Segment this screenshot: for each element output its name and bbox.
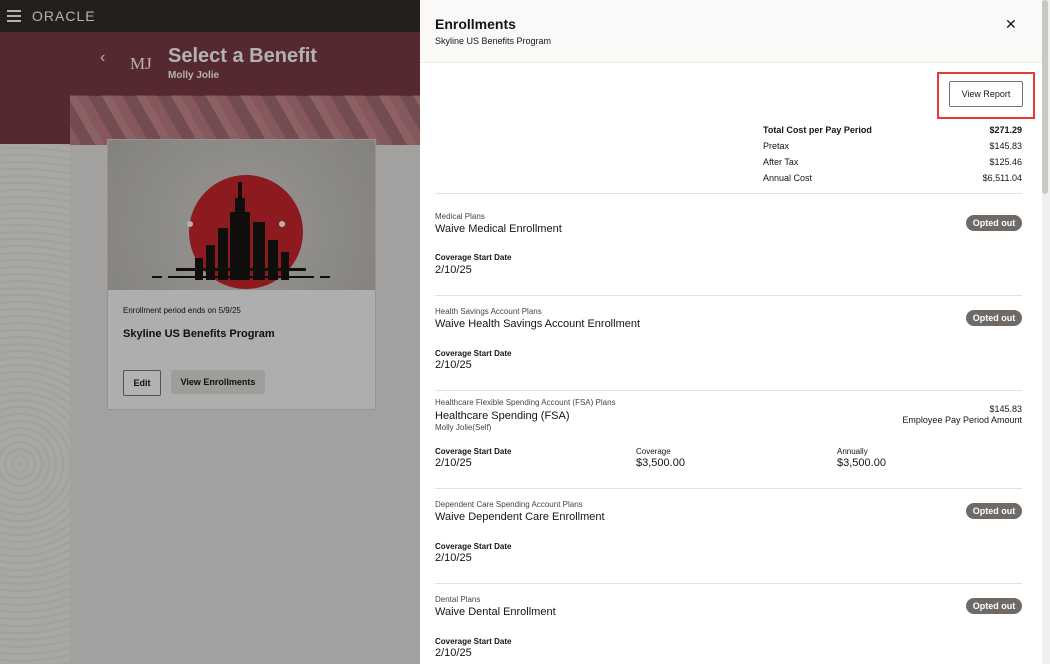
coverage-start-value: 2/10/25 (435, 457, 472, 469)
coverage-start-label: Coverage Start Date (435, 253, 512, 262)
cost-pretax-row: Pretax $145.83 (763, 141, 1022, 151)
coverage-start-value: 2/10/25 (435, 552, 472, 564)
drawer-header: Enrollments Skyline US Benefits Program … (420, 0, 1042, 63)
coverage-start-value: 2/10/25 (435, 647, 472, 659)
plan-name: Waive Health Savings Account Enrollment (435, 318, 641, 330)
scrollbar-thumb[interactable] (1042, 0, 1048, 194)
divider (435, 390, 1022, 391)
cost-value: $6,511.04 (982, 173, 1022, 183)
coverage-start-label: Coverage Start Date (435, 349, 512, 358)
divider (435, 295, 1022, 296)
divider (435, 193, 1022, 194)
cost-aftertax-row: After Tax $125.46 (763, 157, 1022, 167)
plan-category: Dependent Care Spending Account Plans (435, 500, 583, 509)
status-badge: Opted out (966, 598, 1022, 614)
plan-name: Waive Dependent Care Enrollment (435, 511, 605, 523)
plan-participant: Molly Jolie(Self) (435, 423, 492, 432)
coverage-start-value: 2/10/25 (435, 264, 472, 276)
plan-category: Health Savings Account Plans (435, 307, 542, 316)
plan-category: Dental Plans (435, 595, 481, 604)
cost-label: Pretax (763, 141, 790, 151)
pay-period-amount-label: Employee Pay Period Amount (902, 415, 1022, 425)
status-badge: Opted out (966, 215, 1022, 231)
coverage-start-label: Coverage Start Date (435, 637, 512, 646)
cost-total-row: Total Cost per Pay Period $271.29 (763, 125, 1022, 135)
plan-category: Healthcare Flexible Spending Account (FS… (435, 398, 616, 407)
plan-name: Waive Dental Enrollment (435, 606, 556, 618)
status-badge: Opted out (966, 310, 1022, 326)
cost-label: After Tax (763, 157, 799, 167)
coverage-start-label: Coverage Start Date (435, 542, 512, 551)
drawer-subtitle: Skyline US Benefits Program (435, 36, 552, 46)
drawer-title: Enrollments (435, 16, 516, 32)
close-icon[interactable]: ✕ (1005, 16, 1017, 33)
view-report-button[interactable]: View Report (949, 81, 1023, 107)
plan-name: Healthcare Spending (FSA) (435, 410, 570, 422)
cost-label: Annual Cost (763, 173, 813, 183)
status-badge: Opted out (966, 503, 1022, 519)
plan-name: Waive Medical Enrollment (435, 223, 562, 235)
pay-period-amount: $145.83 (989, 404, 1022, 414)
background-page: ORACLE ‹ MJ Select a Benefit Molly Jolie (0, 0, 420, 664)
annually-value: $3,500.00 (837, 457, 886, 469)
coverage-label: Coverage (636, 447, 671, 456)
divider (435, 488, 1022, 489)
divider (435, 583, 1022, 584)
coverage-start-label: Coverage Start Date (435, 447, 512, 456)
cost-value: $125.46 (989, 157, 1022, 167)
cost-annual-row: Annual Cost $6,511.04 (763, 173, 1022, 183)
coverage-start-value: 2/10/25 (435, 359, 472, 371)
cost-value: $145.83 (989, 141, 1022, 151)
cost-label: Total Cost per Pay Period (763, 125, 872, 135)
coverage-value: $3,500.00 (636, 457, 685, 469)
plan-category: Medical Plans (435, 212, 485, 221)
annually-label: Annually (837, 447, 868, 456)
modal-overlay (0, 0, 420, 664)
cost-value: $271.29 (989, 125, 1022, 135)
